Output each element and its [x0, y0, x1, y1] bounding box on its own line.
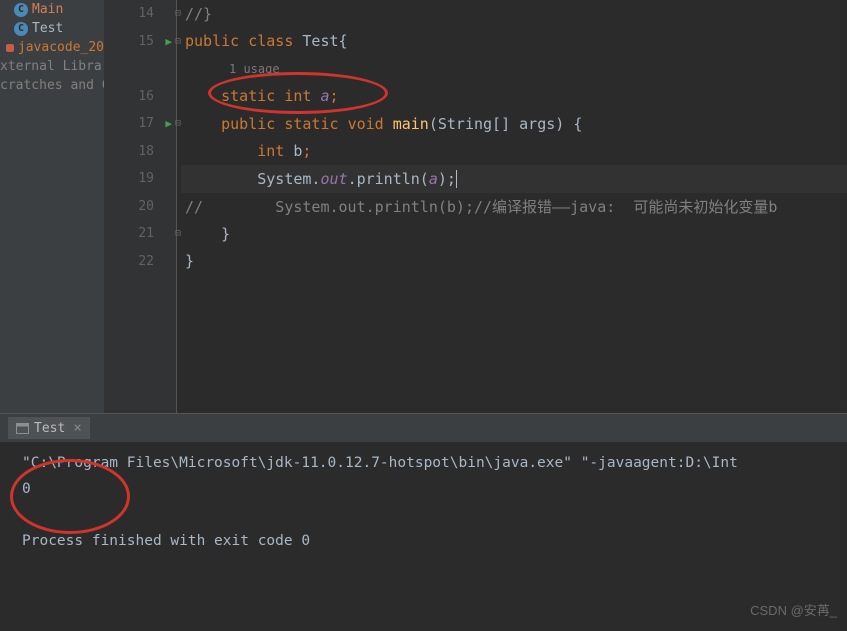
editor-gutter: 14 15 ▶ 16 17 ▶ 18 19 20 21 22 [104, 0, 176, 413]
token: main [393, 115, 429, 133]
console-line: "C:\Program Files\Microsoft\jdk-11.0.12.… [22, 450, 847, 476]
console-tab-label: Test [34, 421, 65, 436]
gutter-row: 22 [104, 248, 176, 276]
watermark: CSDN @安苒_ [750, 600, 837, 619]
tree-item-label: cratches and C [0, 78, 104, 93]
token: public [221, 115, 284, 133]
console-tabs: Test × [0, 414, 847, 442]
token [185, 142, 257, 160]
line-number: 21 [138, 226, 154, 241]
usage-hint[interactable]: 1 usage [185, 62, 280, 76]
code-line[interactable]: ⊟ } [181, 220, 847, 248]
tree-item[interactable]: xternal Librarie [0, 57, 104, 76]
line-number: 20 [138, 199, 154, 214]
gutter-row: 18 [104, 138, 176, 166]
token: (String[] args) { [429, 115, 583, 133]
tree-item[interactable]: javacode_20 [0, 38, 104, 57]
code-line[interactable]: int b; [181, 138, 847, 166]
token: // System.out.println(b);//编译报错——java: 可… [185, 196, 777, 217]
gutter-row: 17 ▶ [104, 110, 176, 138]
token: class [248, 32, 302, 50]
token: a [320, 87, 329, 105]
gutter-row [104, 55, 176, 83]
tree-item-label: Test [32, 21, 63, 36]
console-output[interactable]: "C:\Program Files\Microsoft\jdk-11.0.12.… [12, 442, 847, 554]
cursor [456, 170, 457, 188]
token: b [293, 142, 302, 160]
line-number: 16 [138, 89, 154, 104]
code-editor[interactable]: ⊟//}⊟public class Test{ 1 usage static in… [176, 0, 847, 413]
token: } [185, 252, 194, 270]
gutter-row: 19 [104, 165, 176, 193]
token: a [429, 170, 438, 188]
gutter-row: 15 ▶ [104, 28, 176, 56]
code-line[interactable]: ⊟ public static void main(String[] args)… [181, 110, 847, 138]
token: out [320, 170, 347, 188]
line-number: 22 [138, 254, 154, 269]
tree-item[interactable]: cratches and C [0, 76, 104, 95]
line-number: 19 [138, 171, 154, 186]
token: int [284, 87, 320, 105]
run-icon[interactable]: ▶ [165, 35, 172, 48]
token [185, 87, 221, 105]
token: System. [185, 170, 320, 188]
line-number: 17 [138, 116, 154, 131]
token: Test{ [302, 32, 347, 50]
code-line[interactable]: System.out.println(a); [181, 165, 847, 193]
gutter-row: 14 [104, 0, 176, 28]
module-icon [6, 44, 14, 52]
tree-item[interactable]: C Test [0, 19, 104, 38]
line-number: 14 [138, 6, 154, 21]
token: } [185, 225, 230, 243]
code-line[interactable]: 1 usage [181, 55, 847, 83]
class-icon: C [14, 3, 28, 17]
tree-item-label: javacode_20 [18, 40, 104, 55]
run-icon[interactable]: ▶ [165, 117, 172, 130]
token: ); [438, 170, 456, 188]
tree-item-label: Main [32, 2, 63, 17]
code-line[interactable]: ⊟//} [181, 0, 847, 28]
project-tree: C Main C Test javacode_20xternal Librarie cra… [0, 0, 104, 413]
token [185, 115, 221, 133]
console-line: 0 [22, 476, 847, 502]
token: static [284, 115, 347, 133]
console-tab-test[interactable]: Test × [8, 417, 90, 439]
close-icon[interactable]: × [73, 420, 81, 436]
window-icon [16, 423, 29, 434]
code-line[interactable]: // System.out.println(b);//编译报错——java: 可… [181, 193, 847, 221]
class-icon: C [14, 22, 28, 36]
token: //} [185, 5, 212, 23]
gutter-row: 21 [104, 220, 176, 248]
token: ; [330, 87, 339, 105]
token: public [185, 32, 248, 50]
code-line[interactable]: ⊟public class Test{ [181, 28, 847, 56]
token: void [348, 115, 393, 133]
line-number: 15 [138, 34, 154, 49]
console-line [22, 502, 847, 528]
token: .println( [348, 170, 429, 188]
code-line[interactable]: static int a; [181, 83, 847, 111]
token: ; [302, 142, 311, 160]
gutter-row: 20 [104, 193, 176, 221]
code-line[interactable]: } [181, 248, 847, 276]
console-panel: Test × "C:\Program Files\Microsoft\jdk-1… [0, 413, 847, 631]
tree-item-label: xternal Librarie [0, 59, 104, 74]
token: static [221, 87, 284, 105]
token: int [257, 142, 293, 160]
tree-item[interactable]: C Main [0, 0, 104, 19]
line-number: 18 [138, 144, 154, 159]
console-line: Process finished with exit code 0 [22, 528, 847, 554]
gutter-row: 16 [104, 83, 176, 111]
